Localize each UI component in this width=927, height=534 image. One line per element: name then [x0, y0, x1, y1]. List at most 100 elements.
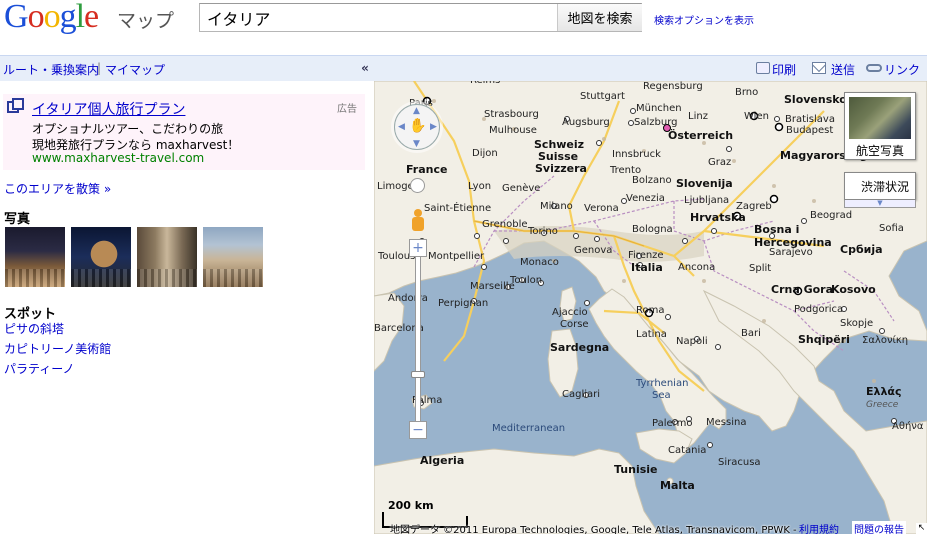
left-panel-nav: ルート・乗換案内 | マイマップ «: [0, 55, 374, 81]
svg-text:Latina: Latina: [636, 329, 667, 340]
svg-text:Siracusa: Siracusa: [718, 457, 761, 468]
svg-text:Sarajevo: Sarajevo: [769, 247, 813, 258]
svg-text:Torino: Torino: [527, 226, 558, 237]
search-options-link[interactable]: 検索オプションを表示: [654, 12, 754, 27]
map-canvas[interactable]: Reims Paris Stuttgart Regensburg Brno Sl…: [374, 81, 927, 534]
svg-text:Marseille: Marseille: [470, 281, 515, 292]
svg-text:Tunisie: Tunisie: [614, 463, 658, 476]
search-map-button[interactable]: 地図を検索: [557, 4, 642, 31]
pan-down-icon[interactable]: ▼: [413, 139, 420, 149]
svg-text:Perpignan: Perpignan: [438, 298, 488, 309]
svg-text:Tyrrhenian: Tyrrhenian: [635, 378, 688, 389]
svg-text:Αθήνα: Αθήνα: [892, 420, 924, 432]
pan-left-icon[interactable]: ◀: [398, 122, 405, 132]
satellite-toggle-button[interactable]: 航空写真: [844, 92, 916, 160]
photo-thumbnail[interactable]: [137, 227, 197, 287]
logo-subtitle: マップ: [117, 10, 175, 32]
zoom-slider-track[interactable]: [415, 257, 421, 421]
svg-text:Genève: Genève: [502, 182, 540, 194]
browse-area-link[interactable]: このエリアを散策 »: [4, 180, 111, 197]
svg-text:Augsburg: Augsburg: [562, 117, 610, 128]
svg-text:Österreich: Österreich: [668, 128, 733, 142]
my-maps-link[interactable]: マイマップ: [105, 61, 165, 78]
svg-text:Zagreb: Zagreb: [736, 201, 772, 212]
traffic-toggle-button[interactable]: 渋滞状況: [844, 172, 916, 200]
envelope-icon: [812, 62, 826, 74]
spot-link[interactable]: カピトリーノ美術館: [4, 340, 111, 357]
svg-text:Montpellier: Montpellier: [428, 251, 485, 262]
svg-text:Salzburg: Salzburg: [634, 117, 677, 128]
photo-thumbnail[interactable]: [71, 227, 131, 287]
collapse-panel-button[interactable]: «: [358, 59, 372, 77]
hand-icon: ✋: [409, 118, 427, 134]
svg-text:Bosna i: Bosna i: [754, 223, 799, 236]
svg-text:Linz: Linz: [688, 111, 708, 122]
ad-description-line-1: オプショナルツアー、こだわりの旅: [32, 122, 224, 136]
search-input[interactable]: [200, 4, 558, 31]
svg-text:Bolzano: Bolzano: [632, 175, 672, 186]
svg-text:Roma: Roma: [636, 305, 665, 316]
svg-text:Verona: Verona: [584, 203, 619, 214]
svg-text:Cagliari: Cagliari: [562, 389, 600, 400]
svg-text:Sea: Sea: [652, 390, 671, 401]
svg-text:Innsbruck: Innsbruck: [612, 149, 661, 160]
svg-text:Σαλονίκη: Σαλονίκη: [862, 334, 908, 346]
link-link[interactable]: リンク: [884, 61, 920, 78]
svg-text:Andorra: Andorra: [388, 293, 428, 304]
svg-text:Corse: Corse: [560, 319, 589, 330]
printer-icon: [756, 62, 770, 74]
chain-link-icon: [866, 64, 882, 72]
svg-text:Mediterranean: Mediterranean: [492, 423, 565, 434]
zoom-slider-handle[interactable]: [411, 371, 425, 378]
svg-text:Bratislava: Bratislava: [785, 114, 835, 125]
svg-text:Toulon: Toulon: [509, 275, 542, 286]
svg-text:Beograd: Beograd: [810, 210, 852, 221]
reset-view-button[interactable]: [410, 178, 425, 193]
print-link[interactable]: 印刷: [772, 61, 796, 78]
pegman-icon[interactable]: [410, 209, 426, 235]
sponsored-ad: イタリア個人旅行プラン 広告 オプショナルツアー、こだわりの旅 現地発旅行プラン…: [3, 94, 365, 170]
svg-text:Malta: Malta: [660, 479, 695, 492]
svg-text:Slovenija: Slovenija: [676, 177, 733, 190]
ad-title-link[interactable]: イタリア個人旅行プラン: [32, 99, 185, 119]
svg-text:Firenze: Firenze: [628, 250, 664, 261]
svg-text:Shqipëri: Shqipëri: [798, 333, 850, 346]
svg-text:Podgorica: Podgorica: [794, 304, 843, 315]
svg-text:Brno: Brno: [735, 87, 758, 98]
layers-dropdown-icon[interactable]: ▼: [844, 200, 916, 208]
search-box: 地図を検索: [199, 3, 642, 32]
svg-text:München: München: [636, 103, 682, 114]
pan-up-icon[interactable]: ▲: [413, 106, 420, 116]
ad-url[interactable]: www.maxharvest-travel.com: [32, 151, 204, 165]
corner-arrow-icon[interactable]: ↖: [916, 523, 927, 534]
svg-text:Messina: Messina: [706, 417, 746, 428]
photo-thumbnail[interactable]: [5, 227, 65, 287]
map-attribution: 地図データ ©2011 Europa Technologies, Google,…: [390, 525, 797, 534]
svg-text:Bologna: Bologna: [632, 224, 673, 235]
svg-text:Greece: Greece: [866, 400, 899, 410]
external-window-icon: [7, 98, 24, 113]
svg-text:Budapest: Budapest: [786, 125, 833, 136]
logo-wordmark: Google: [4, 0, 99, 35]
report-problem-link[interactable]: 問題の報告: [852, 521, 906, 534]
send-link[interactable]: 送信: [831, 61, 855, 78]
zoom-out-button[interactable]: −: [409, 421, 427, 439]
svg-text:Grenoble: Grenoble: [482, 219, 528, 230]
satellite-preview: [849, 97, 911, 139]
pan-control[interactable]: ▲ ▼ ◀ ▶ ✋: [394, 104, 440, 150]
svg-text:Palermo: Palermo: [652, 418, 692, 429]
svg-text:Svizzera: Svizzera: [535, 162, 587, 175]
terms-link[interactable]: 利用規約: [799, 521, 839, 534]
svg-text:Slovensko: Slovensko: [784, 93, 847, 106]
satellite-label: 航空写真: [855, 144, 904, 158]
directions-link[interactable]: ルート・乗換案内: [3, 61, 99, 78]
zoom-in-button[interactable]: +: [409, 239, 427, 257]
spot-link[interactable]: パラティーノ: [4, 360, 75, 377]
spot-link[interactable]: ピサの斜塔: [4, 320, 64, 337]
svg-text:Ancona: Ancona: [678, 262, 715, 273]
photos-heading: 写真: [4, 212, 31, 227]
pan-right-icon[interactable]: ▶: [430, 122, 437, 132]
photo-thumbnail[interactable]: [203, 227, 263, 287]
svg-text:Napoli: Napoli: [676, 336, 708, 347]
nav-separator: |: [97, 61, 102, 75]
